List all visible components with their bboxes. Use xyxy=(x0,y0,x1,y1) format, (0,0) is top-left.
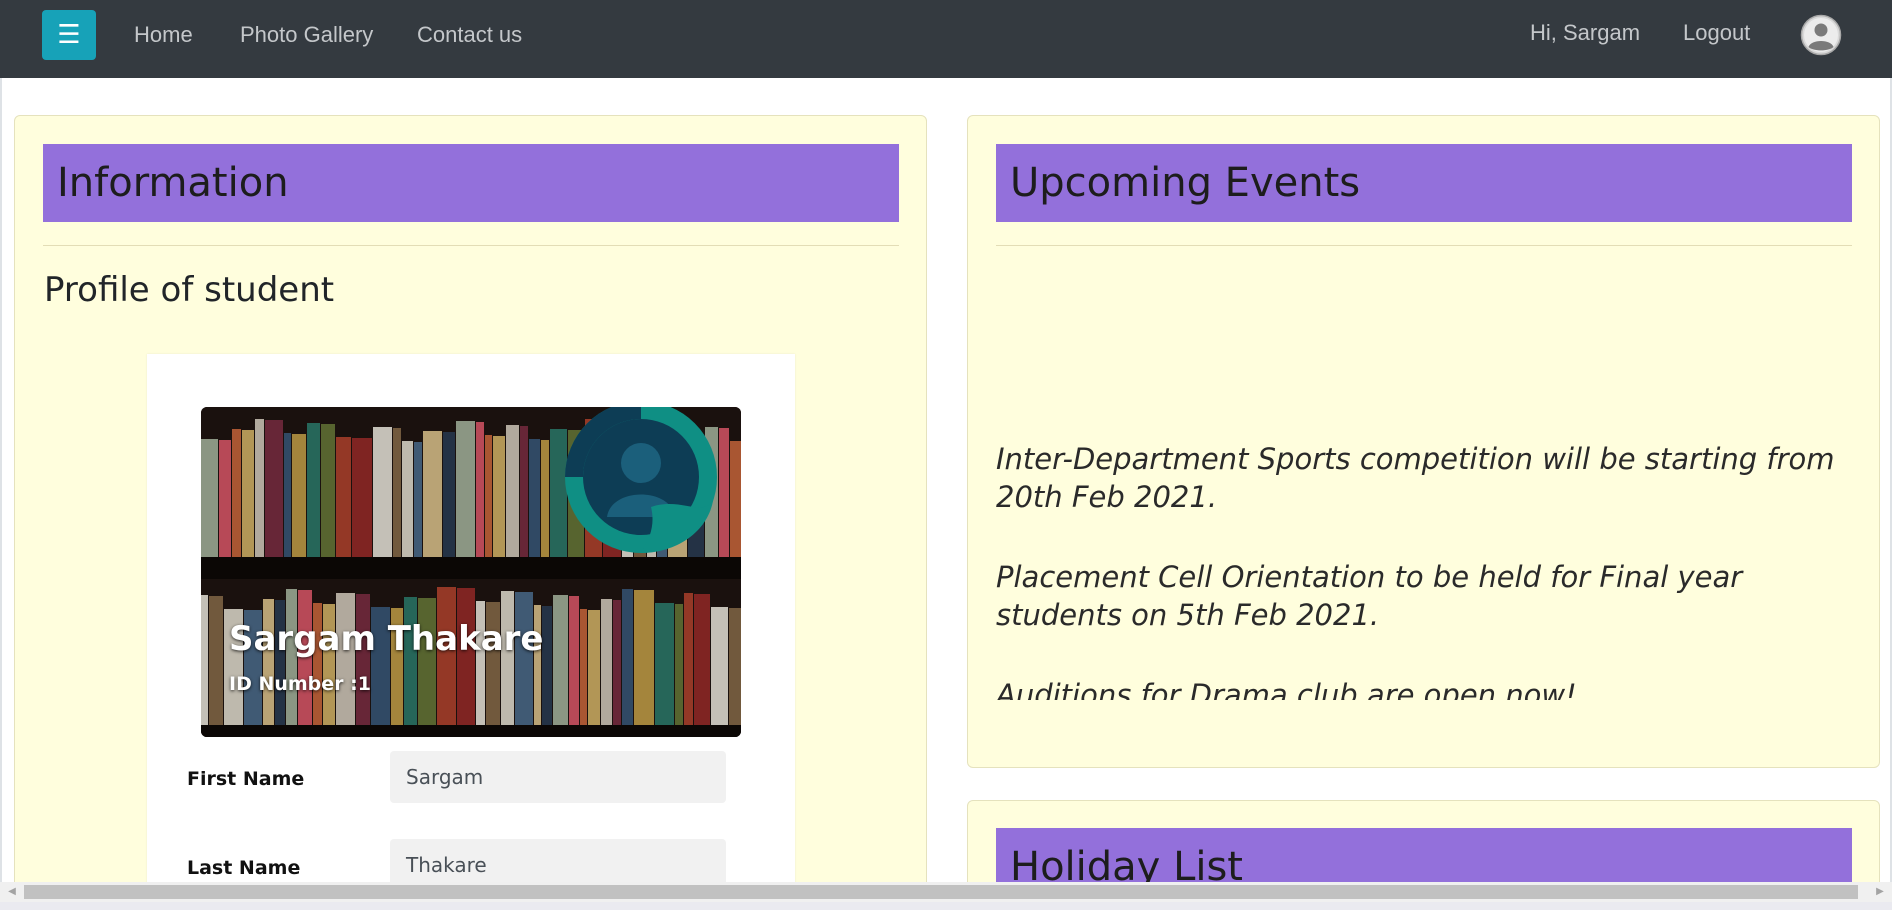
menu-toggle-button[interactable]: ☰ xyxy=(42,10,96,60)
logout-link[interactable]: Logout xyxy=(1683,20,1750,46)
student-name: Sargam Thakare xyxy=(229,619,544,659)
nav-link-home[interactable]: Home xyxy=(134,22,193,48)
hamburger-icon: ☰ xyxy=(57,20,81,50)
user-circle-icon[interactable] xyxy=(1800,14,1842,56)
profile-banner: Sargam Thakare ID Number :1 xyxy=(201,407,741,737)
scroll-right-icon[interactable]: ▶ xyxy=(1870,882,1890,902)
divider xyxy=(43,245,899,246)
information-heading: Information xyxy=(43,144,899,222)
nav-link-photo-gallery[interactable]: Photo Gallery xyxy=(240,22,373,48)
profile-title: Profile of student xyxy=(44,270,335,310)
top-navbar: ☰ Home Photo Gallery Contact us Hi, Sarg… xyxy=(0,0,1892,78)
profile-logo-icon xyxy=(565,407,717,553)
first-name-label: First Name xyxy=(187,768,305,790)
events-marquee: Inter-Department Sports competition will… xyxy=(996,244,1856,700)
student-id: ID Number :1 xyxy=(229,673,371,695)
first-name-field[interactable]: Sargam xyxy=(390,751,726,803)
event-item: Auditions for Drama club are open now! xyxy=(996,678,1577,700)
nav-link-contact-us[interactable]: Contact us xyxy=(417,22,522,48)
horizontal-scrollbar[interactable]: ◀ ▶ xyxy=(0,882,1892,902)
scroll-left-icon[interactable]: ◀ xyxy=(2,882,22,902)
event-item: Placement Cell Orientation to be held fo… xyxy=(996,560,1743,632)
scrollbar-thumb[interactable] xyxy=(24,885,1858,899)
last-name-label: Last Name xyxy=(187,857,301,879)
upcoming-events-heading: Upcoming Events xyxy=(996,144,1852,222)
event-item: Inter-Department Sports competition will… xyxy=(996,442,1835,514)
user-greeting: Hi, Sargam xyxy=(1530,20,1641,45)
page-bottom-strip xyxy=(0,902,1892,910)
